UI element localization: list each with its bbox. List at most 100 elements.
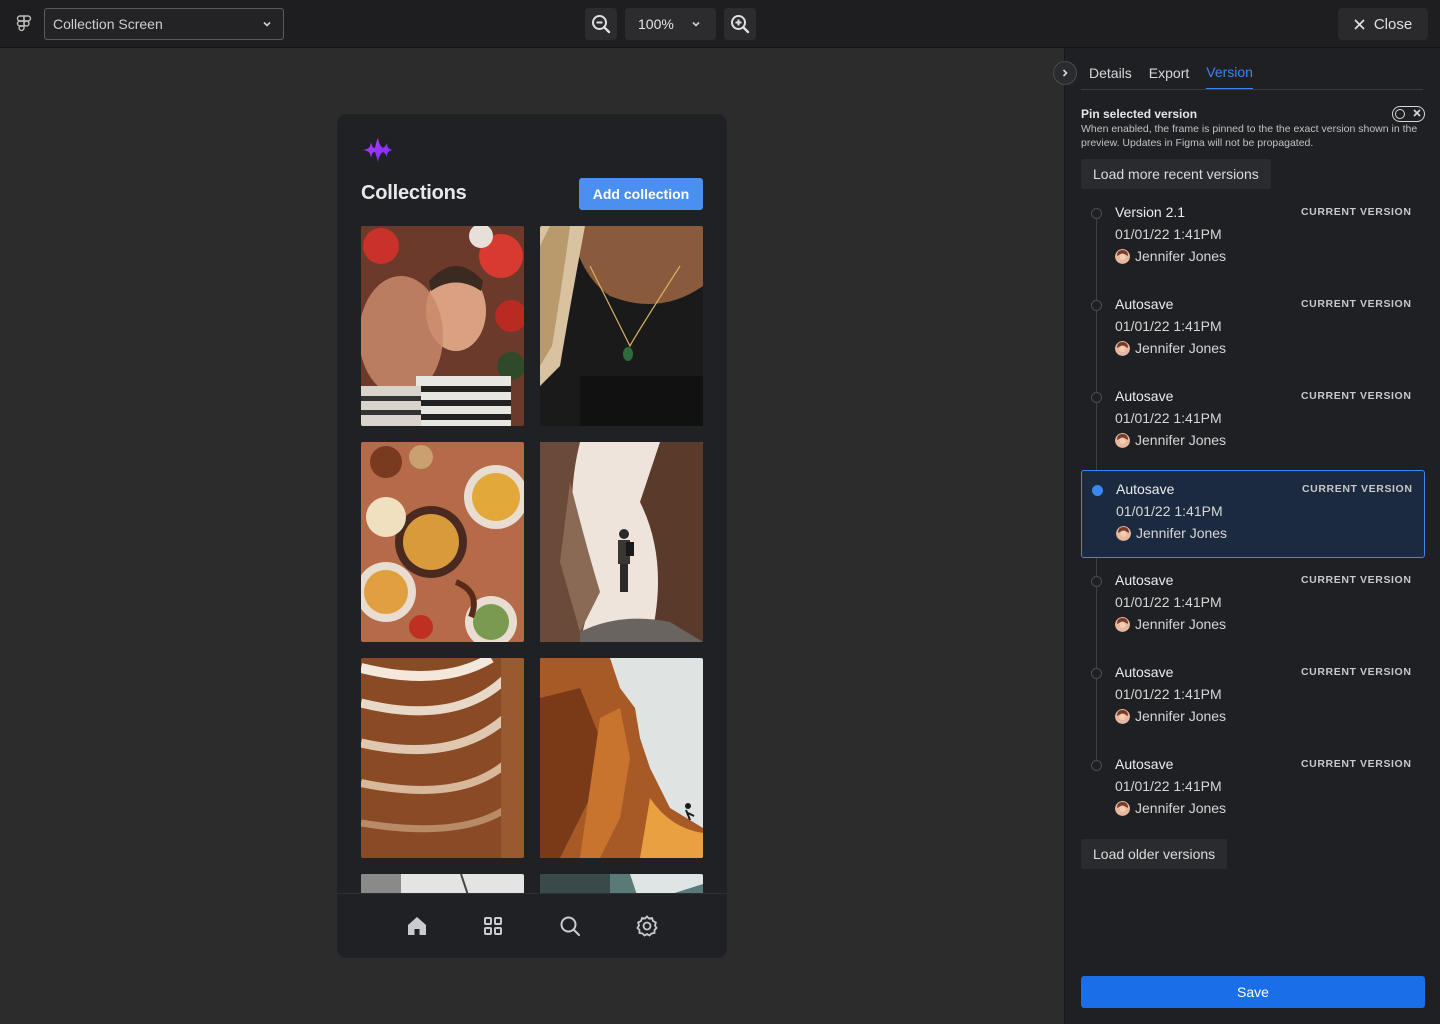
avatar xyxy=(1115,800,1130,816)
author-name: Jennifer Jones xyxy=(1136,525,1228,541)
version-author: Jennifer Jones xyxy=(1115,800,1226,816)
tab-export[interactable]: Export xyxy=(1149,48,1189,90)
author-name: Jennifer Jones xyxy=(1135,616,1227,632)
chevron-down-icon xyxy=(692,21,700,27)
version-date: 01/01/22 1:41PM xyxy=(1115,778,1222,794)
bottom-tab-bar xyxy=(337,893,727,958)
avatar xyxy=(1116,525,1131,541)
load-recent-versions-button[interactable]: Load more recent versions xyxy=(1081,159,1271,189)
zoom-in-icon xyxy=(731,15,750,34)
chevron-down-icon xyxy=(263,21,271,27)
photo-grid xyxy=(361,226,703,893)
zoom-out-icon xyxy=(592,15,611,34)
version-date: 01/01/22 1:41PM xyxy=(1115,594,1222,610)
timeline-dot xyxy=(1091,300,1102,311)
author-name: Jennifer Jones xyxy=(1135,800,1227,816)
author-name: Jennifer Jones xyxy=(1135,432,1227,448)
current-version-badge: CURRENT VERSION xyxy=(1301,758,1412,770)
photo-necklace[interactable] xyxy=(540,226,703,426)
photo-architecture[interactable] xyxy=(361,658,524,858)
avatar xyxy=(1115,340,1130,356)
current-version-badge: CURRENT VERSION xyxy=(1301,390,1412,402)
phone-preview-frame: Collections Add collection xyxy=(337,114,727,958)
current-version-badge: CURRENT VERSION xyxy=(1302,483,1413,495)
photo-building-bw[interactable] xyxy=(361,874,524,893)
tab-version[interactable]: Version xyxy=(1206,48,1253,90)
grid-icon[interactable] xyxy=(481,914,505,938)
screen-select-value: Collection Screen xyxy=(53,16,163,32)
version-name: Autosave xyxy=(1116,481,1175,497)
version-item[interactable]: Autosave CURRENT VERSION 01/01/22 1:41PM… xyxy=(1081,654,1425,742)
avatar xyxy=(1115,616,1130,632)
version-author: Jennifer Jones xyxy=(1115,616,1226,632)
photo-canyon-hiker[interactable] xyxy=(540,442,703,642)
current-version-badge: CURRENT VERSION xyxy=(1301,206,1412,218)
timeline-dot xyxy=(1091,760,1102,771)
version-item[interactable]: Autosave CURRENT VERSION 01/01/22 1:41PM… xyxy=(1081,562,1425,650)
version-author: Jennifer Jones xyxy=(1115,340,1226,356)
timeline-dot xyxy=(1091,576,1102,587)
home-icon[interactable] xyxy=(405,914,429,938)
author-name: Jennifer Jones xyxy=(1135,708,1227,724)
panel-tabs: Details Export Version xyxy=(1089,48,1253,90)
pin-version-toggle[interactable] xyxy=(1392,106,1425,122)
version-date: 01/01/22 1:41PM xyxy=(1115,686,1222,702)
avatar xyxy=(1115,432,1130,448)
avatar xyxy=(1115,708,1130,724)
current-version-badge: CURRENT VERSION xyxy=(1301,574,1412,586)
timeline-dot xyxy=(1091,208,1102,219)
avatar xyxy=(1115,248,1130,264)
version-date: 01/01/22 1:41PM xyxy=(1115,226,1222,242)
inspector-panel: Details Export Version Pin selected vers… xyxy=(1053,48,1440,1024)
version-author: Jennifer Jones xyxy=(1115,432,1226,448)
close-button[interactable]: Close xyxy=(1338,8,1428,40)
close-label: Close xyxy=(1373,15,1413,33)
version-name: Version 2.1 xyxy=(1115,204,1186,220)
toggle-knob xyxy=(1395,108,1405,119)
version-item-selected[interactable]: Autosave CURRENT VERSION 01/01/22 1:41PM… xyxy=(1081,470,1425,558)
collections-title: Collections xyxy=(361,182,467,204)
version-name: Autosave xyxy=(1115,388,1174,404)
version-item[interactable]: Autosave CURRENT VERSION 01/01/22 1:41PM… xyxy=(1081,286,1425,374)
photo-food-table[interactable] xyxy=(361,442,524,642)
photo-portrait-man[interactable] xyxy=(361,226,524,426)
current-version-badge: CURRENT VERSION xyxy=(1301,298,1412,310)
chevron-right-icon xyxy=(1062,69,1068,77)
version-author: Jennifer Jones xyxy=(1116,525,1227,541)
version-date: 01/01/22 1:41PM xyxy=(1115,410,1222,426)
save-button[interactable]: Save xyxy=(1081,976,1425,1008)
figma-logo-icon[interactable] xyxy=(14,12,34,36)
version-name: Autosave xyxy=(1115,756,1174,772)
version-item[interactable]: Autosave CURRENT VERSION 01/01/22 1:41PM… xyxy=(1081,746,1425,834)
version-name: Autosave xyxy=(1115,572,1174,588)
tab-details[interactable]: Details xyxy=(1089,48,1132,90)
close-icon xyxy=(1354,18,1365,30)
zoom-out-button[interactable] xyxy=(585,8,617,40)
version-name: Autosave xyxy=(1115,296,1174,312)
search-icon[interactable] xyxy=(558,914,582,938)
author-name: Jennifer Jones xyxy=(1135,340,1227,356)
author-name: Jennifer Jones xyxy=(1135,248,1227,264)
version-name: Autosave xyxy=(1115,664,1174,680)
timeline-dot-active xyxy=(1092,485,1103,496)
zoom-level-value: 100% xyxy=(638,16,674,32)
photo-cliff-climber[interactable] xyxy=(540,658,703,858)
version-author: Jennifer Jones xyxy=(1115,248,1226,264)
pin-version-title: Pin selected version xyxy=(1081,107,1198,121)
collapse-panel-button[interactable] xyxy=(1053,61,1077,85)
zoom-level-select[interactable]: 100% xyxy=(625,8,716,40)
timeline-dot xyxy=(1091,668,1102,679)
tabs-divider xyxy=(1081,89,1423,90)
version-item[interactable]: Version 2.1 CURRENT VERSION 01/01/22 1:4… xyxy=(1081,194,1425,282)
zoom-in-button[interactable] xyxy=(724,8,756,40)
load-older-versions-button[interactable]: Load older versions xyxy=(1081,839,1228,869)
timeline-dot xyxy=(1091,392,1102,403)
photo-building-teal[interactable] xyxy=(540,874,703,893)
version-item[interactable]: Autosave CURRENT VERSION 01/01/22 1:41PM… xyxy=(1081,378,1425,466)
settings-icon[interactable] xyxy=(635,914,659,938)
pin-version-description: When enabled, the frame is pinned to the… xyxy=(1081,123,1418,149)
screen-select[interactable]: Collection Screen xyxy=(44,8,284,40)
version-date: 01/01/22 1:41PM xyxy=(1116,503,1223,519)
current-version-badge: CURRENT VERSION xyxy=(1301,666,1412,678)
add-collection-button[interactable]: Add collection xyxy=(579,178,703,210)
